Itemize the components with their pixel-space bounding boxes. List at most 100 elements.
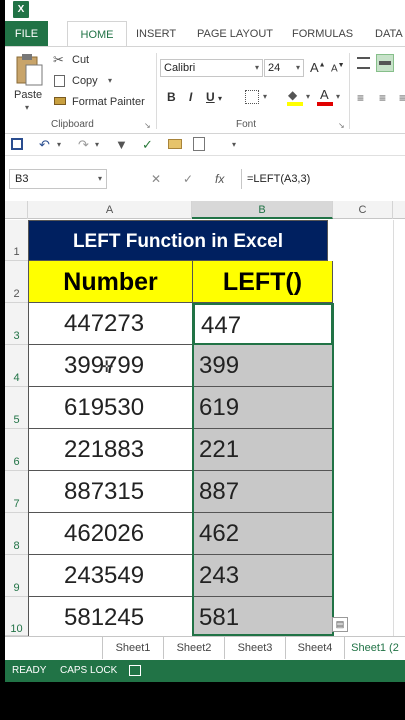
column-header-b[interactable]: B	[192, 201, 333, 219]
tab-insert[interactable]: INSERT	[136, 21, 176, 47]
column-headers: A B C	[5, 201, 405, 219]
row-number: 4	[13, 372, 20, 384]
align-left-button[interactable]: ≡	[357, 91, 364, 105]
corner-select-all[interactable]	[5, 201, 28, 219]
paste-label: Paste	[14, 89, 43, 101]
chevron-down-icon[interactable]: ▾	[57, 140, 61, 149]
row-header-8[interactable]: 8	[5, 513, 28, 555]
filter-icon[interactable]: ▼	[115, 137, 128, 152]
dialog-launcher-icon[interactable]: ↘	[338, 121, 345, 130]
enter-icon[interactable]: ✓	[183, 172, 193, 186]
undo-icon[interactable]: ↶	[39, 137, 50, 153]
chevron-down-icon: ▾	[295, 63, 300, 72]
top-align-button[interactable]	[357, 57, 370, 69]
status-ready: READY	[12, 665, 47, 676]
insert-function-button[interactable]: fx	[215, 172, 224, 186]
print-preview-icon[interactable]	[193, 137, 205, 151]
open-folder-icon[interactable]	[168, 139, 182, 149]
number-cell[interactable]: 619530	[28, 387, 193, 429]
chevron-down-icon[interactable]: ▾	[263, 92, 267, 101]
tab-file[interactable]: FILE	[5, 21, 48, 47]
customize-toolbar-icon[interactable]: ▾	[232, 140, 236, 149]
tab-formulas[interactable]: FORMULAS	[292, 21, 353, 47]
paste-button[interactable]: Paste ▾	[11, 51, 47, 113]
row-header-4[interactable]: 4	[5, 345, 28, 387]
font-group-label: Font	[236, 119, 257, 130]
dialog-launcher-icon[interactable]: ↘	[144, 121, 151, 130]
fill-color-button[interactable]: ◆	[287, 88, 303, 106]
sheet-tab-sheet1-2[interactable]: Sheet1 (2	[345, 637, 405, 659]
font-size-select[interactable]: 24 ▾	[264, 59, 304, 77]
tab-page-layout[interactable]: PAGE LAYOUT	[197, 21, 273, 47]
font-name-select[interactable]: Calibri ▾	[160, 59, 263, 77]
sheet-tab-sheet1[interactable]: Sheet1	[103, 637, 164, 659]
formula-input[interactable]: =LEFT(A3,3)	[241, 169, 405, 189]
borders-button[interactable]	[245, 90, 259, 104]
align-right-button[interactable]: ≡	[399, 91, 405, 105]
spelling-icon[interactable]: ✓	[142, 137, 153, 153]
tab-data[interactable]: DATA	[375, 21, 403, 47]
header-left-cell[interactable]: LEFT()	[193, 261, 333, 303]
sheet-nav-area[interactable]	[5, 637, 103, 659]
ribbon-home: Paste ▾ ✂ Cut Copy ▾ Format Painter Clip…	[5, 46, 405, 134]
font-color-button[interactable]: A	[317, 87, 333, 106]
title-cell[interactable]: LEFT Function in Excel	[28, 220, 328, 261]
align-center-button[interactable]: ≡	[379, 91, 386, 105]
excel-logo-icon: X	[13, 1, 29, 18]
left-result-cell-active[interactable]: 447	[193, 303, 333, 345]
number-cell[interactable]: 221883	[28, 429, 193, 471]
number-cell[interactable]: 447273	[28, 303, 193, 345]
row-header-3[interactable]: 3	[5, 303, 28, 345]
column-header-a[interactable]: A	[28, 201, 192, 219]
font-size-value: 24	[268, 62, 281, 74]
number-cell[interactable]: 462026	[28, 513, 193, 555]
chevron-down-icon[interactable]: ▾	[306, 92, 310, 101]
left-result-cell[interactable]: 399	[193, 345, 333, 387]
row-header-2[interactable]: 2	[5, 261, 28, 303]
left-result-cell[interactable]: 243	[193, 555, 333, 597]
sheet-tab-sheet4[interactable]: Sheet4	[286, 637, 345, 659]
scissors-icon: ✂	[53, 52, 64, 67]
column-header-c[interactable]: C	[333, 201, 393, 219]
cell-cursor-icon: ✛	[100, 359, 114, 376]
macro-record-icon[interactable]	[129, 665, 141, 676]
row-header-7[interactable]: 7	[5, 471, 28, 513]
left-result-cell[interactable]: 462	[193, 513, 333, 555]
row-header-10[interactable]: 10	[5, 597, 28, 636]
row-number: 9	[13, 582, 20, 594]
number-cell[interactable]: 887315	[28, 471, 193, 513]
left-result-cell[interactable]: 221	[193, 429, 333, 471]
redo-icon[interactable]: ↷	[78, 137, 89, 153]
middle-align-button[interactable]	[376, 54, 394, 72]
format-painter-button[interactable]: Format Painter	[53, 95, 153, 111]
row-header-5[interactable]: 5	[5, 387, 28, 429]
underline-button[interactable]: U ▾	[206, 90, 222, 104]
grow-font-button[interactable]: A▲	[310, 60, 326, 75]
chevron-down-icon[interactable]: ▾	[95, 140, 99, 149]
cancel-icon[interactable]: ✕	[151, 172, 161, 186]
number-cell[interactable]: 243549	[28, 555, 193, 597]
left-result-cell[interactable]: 619	[193, 387, 333, 429]
row-header-9[interactable]: 9	[5, 555, 28, 597]
name-box-value: B3	[15, 173, 29, 185]
left-result-cell[interactable]: 581	[193, 597, 333, 639]
sheet-tab-sheet3[interactable]: Sheet3	[225, 637, 286, 659]
sheet-tab-sheet2[interactable]: Sheet2	[164, 637, 225, 659]
left-result-cell[interactable]: 887	[193, 471, 333, 513]
italic-button[interactable]: I	[189, 90, 192, 104]
header-number-cell[interactable]: Number	[28, 261, 193, 303]
copy-button[interactable]: Copy ▾	[53, 74, 118, 90]
tab-home[interactable]: HOME	[67, 21, 127, 47]
quick-analysis-icon[interactable]: ▤	[332, 617, 348, 632]
chevron-down-icon[interactable]: ▾	[336, 92, 340, 101]
bold-button[interactable]: B	[167, 90, 176, 104]
copy-label: Copy	[72, 75, 98, 87]
row-header-1[interactable]: 1	[5, 220, 28, 261]
name-box[interactable]: B3 ▾	[9, 169, 107, 189]
save-icon[interactable]	[11, 138, 23, 150]
shrink-font-button[interactable]: A▼	[331, 62, 345, 74]
row-header-6[interactable]: 6	[5, 429, 28, 471]
fill-color-swatch	[287, 102, 303, 106]
number-cell[interactable]: 581245	[28, 597, 193, 639]
cut-button[interactable]: ✂ Cut	[53, 52, 98, 69]
